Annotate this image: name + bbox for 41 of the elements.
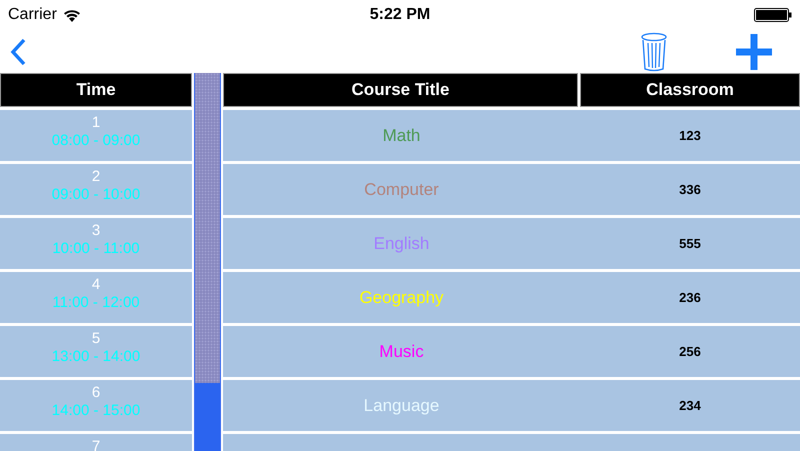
time-range: 09:00 - 10:00 [52,186,140,203]
classroom-number: 336 [679,182,701,197]
wifi-icon [62,8,81,22]
period-number: 5 [92,330,100,347]
period-number: 7 [92,438,100,451]
clock-time: 5:22 PM [370,6,430,24]
course-row[interactable]: Language 234 [223,380,800,431]
time-range: 10:00 - 11:00 [52,240,140,257]
time-range: 13:00 - 14:00 [52,348,140,365]
course-row[interactable]: Music 256 [223,326,800,377]
course-title: Computer [364,180,439,200]
back-button[interactable] [10,38,26,66]
course-row[interactable]: Computer 336 [223,164,800,215]
trash-button[interactable] [640,32,668,72]
period-number: 3 [92,222,100,239]
course-title: English [374,234,430,254]
carrier-name: Carrier [8,6,57,24]
course-title: Math [382,126,420,146]
course-row[interactable]: English 555 [223,218,800,269]
column-header: Time [0,73,192,107]
period-number: 2 [92,168,100,185]
classroom-number: 256 [679,344,701,359]
column-header: Classroom [580,73,800,107]
course-title: Language [364,396,440,416]
time-range: 08:00 - 09:00 [52,132,140,149]
time-range: 11:00 - 12:00 [52,294,140,311]
classroom-number: 234 [679,398,701,413]
period-number: 6 [92,384,100,401]
period-number: 1 [92,114,100,131]
classroom-number: 123 [679,128,701,143]
course-row[interactable]: Math 123 [223,110,800,161]
battery-icon [754,8,792,22]
classroom-number: 236 [679,290,701,305]
classroom-number: 555 [679,236,701,251]
add-button[interactable] [734,32,774,72]
course-title: Geography [359,288,444,308]
column-header: Course Title [223,73,578,107]
time-range: 14:00 - 15:00 [52,402,140,419]
course-row[interactable]: Geography 236 [223,272,800,323]
course-title: Music [379,342,424,362]
period-number: 4 [92,276,100,293]
